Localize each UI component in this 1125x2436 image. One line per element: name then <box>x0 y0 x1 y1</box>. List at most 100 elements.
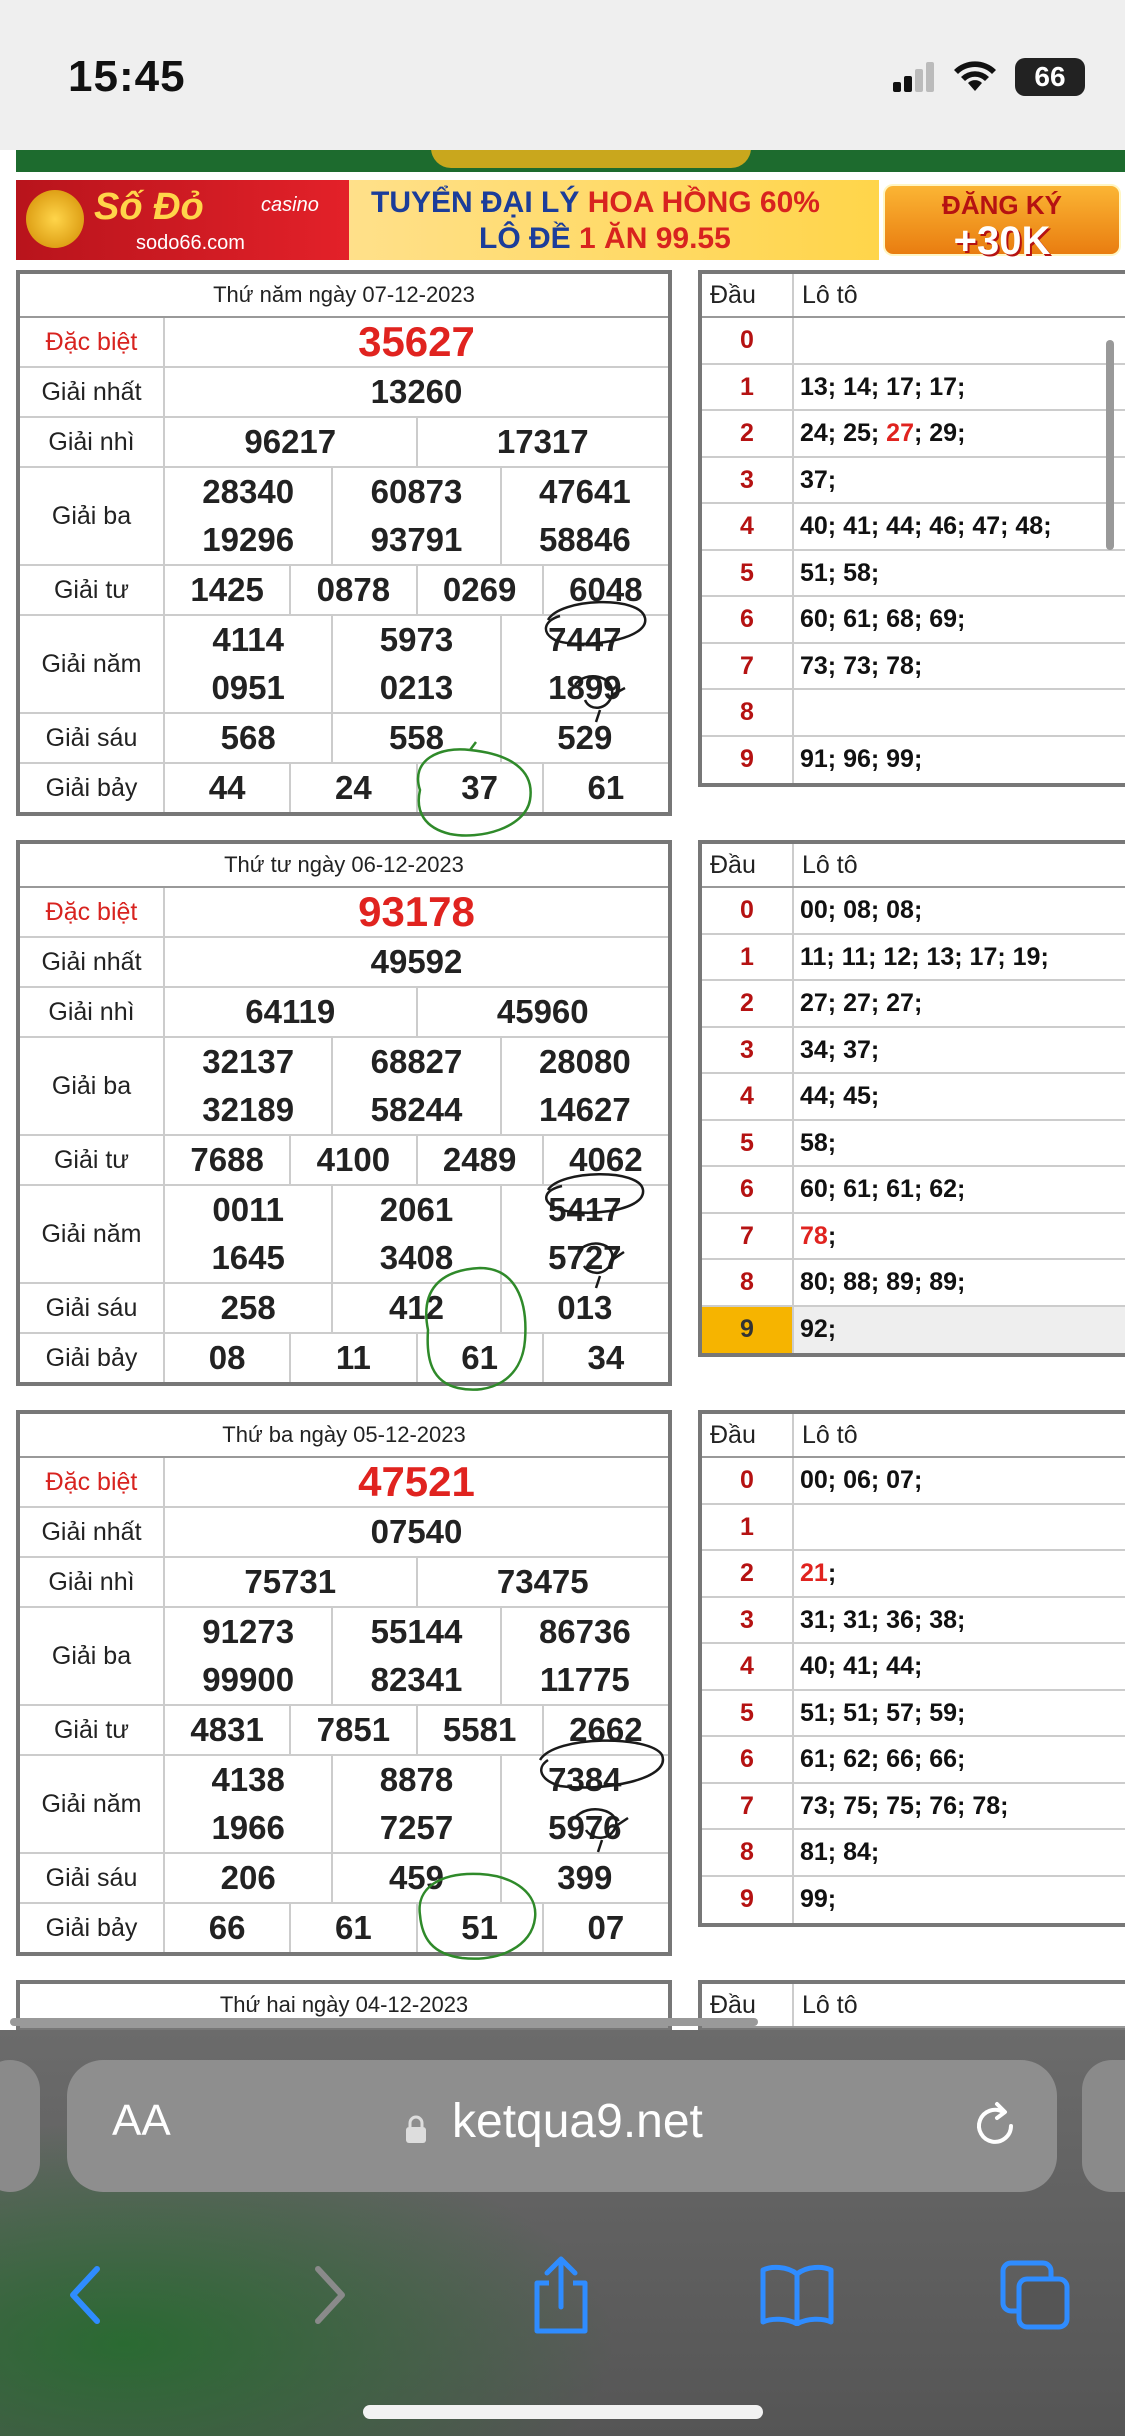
address-bar[interactable]: AA ketqua9.net <box>67 2060 1057 2192</box>
banner-line1-b: HOA HỒNG 60% <box>587 186 820 219</box>
result-table: Thứ tư ngày 06-12-2023 Đặc biệt 93178 Giải … <box>16 840 672 1386</box>
loto-head-digit: 6 <box>702 597 794 642</box>
banner-site: sodo66.com <box>136 232 245 254</box>
prize-number: 0011 <box>212 1191 284 1228</box>
prize-label: Đặc biệt <box>20 888 165 936</box>
prize-number: 49592 <box>370 943 463 980</box>
prize-number: 58244 <box>331 1086 499 1134</box>
loto-values: 73; 75; 75; 76; 78; <box>800 1791 1009 1820</box>
prize-number: 86736 <box>499 1608 668 1656</box>
loto-row: 5 51; 51; 57; 59; <box>702 1690 1125 1737</box>
share-button[interactable] <box>516 2250 606 2340</box>
prize-row-first: Giải nhất 49592 <box>20 938 668 988</box>
prize-number: 68827 <box>331 1038 499 1086</box>
prize-row-second: Giải nhì 96217 17317 <box>20 418 668 468</box>
loto-row: 7 73; 73; 78; <box>702 643 1125 690</box>
loto-row: 4 40; 41; 44; 46; 47; 48; <box>702 504 1125 551</box>
loto-head-digit: 7 <box>702 1213 794 1258</box>
home-indicator[interactable] <box>363 2405 763 2419</box>
prize-number: 5976 <box>499 1804 668 1852</box>
loto-values-b: ; <box>827 1221 837 1250</box>
prize-row-first: Giải nhất 13260 <box>20 368 668 418</box>
loto-row: 9 99; <box>702 1876 1125 1923</box>
loto-head-digit: 7 <box>702 1783 794 1828</box>
prize-row-sixth: Giải sáu 258 412 013 <box>20 1284 668 1334</box>
prize-number: 0951 <box>211 669 285 706</box>
prize-number: 1966 <box>211 1809 285 1846</box>
loto-values: 78; <box>794 1214 1125 1259</box>
page-horizontal-scrollbar[interactable] <box>10 2018 758 2026</box>
loto-head-digit: 7 <box>702 643 794 688</box>
loto-scrollbar[interactable] <box>1106 340 1114 550</box>
loto-row: 4 44; 45; <box>702 1074 1125 1121</box>
loto-values: 91; 96; 99; <box>800 744 923 773</box>
loto-head-digit: 0 <box>702 888 794 933</box>
banner-register-button[interactable]: ĐĂNG KÝ +30K <box>883 184 1121 260</box>
prize-number: 73475 <box>415 1558 669 1606</box>
prize-number: 14627 <box>499 1086 668 1134</box>
loto-values: 81; 84; <box>800 1838 880 1866</box>
loto-head-loto: Lô tô <box>802 1421 858 1449</box>
site-header-logo[interactable] <box>16 150 1125 172</box>
prize-label: Giải ba <box>20 1608 165 1704</box>
prize-number: 412 <box>331 1284 499 1332</box>
loto-values-b: ; 29; <box>913 419 966 447</box>
forward-button[interactable] <box>285 2250 375 2340</box>
loto-head-digit: 5 <box>702 1690 794 1735</box>
result-table: Thứ ba ngày 05-12-2023 Đặc biệt 47521 Giải … <box>16 1410 672 1956</box>
banner-line2-b: 1 ĂN 99.55 <box>579 222 731 255</box>
prize-label: Giải nhì <box>20 418 165 466</box>
draw-date: Thứ tư ngày 06-12-2023 <box>20 844 668 888</box>
prize-number: 11775 <box>499 1656 668 1704</box>
prize-label: Giải ba <box>20 1038 165 1134</box>
loto-row: 0 <box>702 318 1125 365</box>
loto-special-value: 78 <box>800 1221 828 1250</box>
loto-values: 40; 41; 44; 46; 47; 48; <box>800 512 1052 540</box>
prize-number: 82341 <box>331 1656 499 1704</box>
loto-row: 5 51; 58; <box>702 550 1125 597</box>
prize-number: 66 <box>208 1909 246 1946</box>
loto-values: 11; 11; 12; 13; 17; 19; <box>800 942 1049 971</box>
prize-row-sixth: Giải sáu 206 459 399 <box>20 1854 668 1904</box>
prize-number: 11 <box>289 1334 415 1382</box>
previous-tab-peek[interactable] <box>0 2060 40 2192</box>
prize-row-sixth: Giải sáu 568 558 529 <box>20 714 668 764</box>
ad-banner[interactable]: Số Đỏ casino sodo66.com TUYỂN ĐẠI LÝ HOA… <box>16 180 1125 260</box>
loto-values: 80; 88; 89; 89; <box>800 1268 966 1296</box>
loto-row: 0 00; 08; 08; <box>702 888 1125 935</box>
prize-number: 58846 <box>499 516 668 564</box>
loto-head-digit: 3 <box>702 1597 794 1642</box>
reload-icon[interactable] <box>967 2098 1023 2154</box>
back-button[interactable] <box>40 2250 130 2340</box>
draw-date: Thứ ba ngày 05-12-2023 <box>20 1414 668 1458</box>
prize-label: Giải nhì <box>20 988 165 1036</box>
prize-number: 558 <box>331 714 499 762</box>
prize-number: 7688 <box>190 1141 264 1178</box>
next-tab-peek[interactable] <box>1082 2060 1125 2192</box>
prize-row-second: Giải nhì 75731 73475 <box>20 1558 668 1608</box>
loto-row: 9 92; <box>702 1306 1125 1353</box>
casino-coin-icon <box>26 190 84 248</box>
loto-values: 31; 31; 36; 38; <box>800 1605 966 1634</box>
prize-number: 61 <box>541 764 668 812</box>
loto-values: 34; 37; <box>800 1035 880 1064</box>
prize-number: 45960 <box>415 988 669 1036</box>
prize-label: Giải bảy <box>20 1904 165 1952</box>
prize-number: 4114 <box>212 621 284 658</box>
prize-number: 4831 <box>190 1711 264 1748</box>
prize-number: 07 <box>541 1904 668 1952</box>
loto-head-digit: 1 <box>702 1504 794 1549</box>
prize-row-fourth: Giải tư 1425 0878 0269 6048 <box>20 566 668 616</box>
prize-label: Đặc biệt <box>20 1458 165 1506</box>
loto-row: 7 78; <box>702 1213 1125 1260</box>
web-content[interactable]: Số Đỏ casino sodo66.com TUYỂN ĐẠI LÝ HOA… <box>0 150 1125 2030</box>
loto-row: 3 31; 31; 36; 38; <box>702 1597 1125 1644</box>
prize-row-third: Giải ba 91273 55144 86736 99900 82341 11775 <box>20 1608 668 1706</box>
prize-label: Giải năm <box>20 1186 165 1282</box>
reader-settings-button[interactable]: AA <box>112 2096 171 2146</box>
loto-values: 99; <box>800 1884 837 1913</box>
tabs-button[interactable] <box>990 2250 1080 2340</box>
prize-number: 7447 <box>499 616 668 664</box>
bookmarks-button[interactable] <box>752 2250 842 2340</box>
prize-label: Đặc biệt <box>20 318 165 366</box>
